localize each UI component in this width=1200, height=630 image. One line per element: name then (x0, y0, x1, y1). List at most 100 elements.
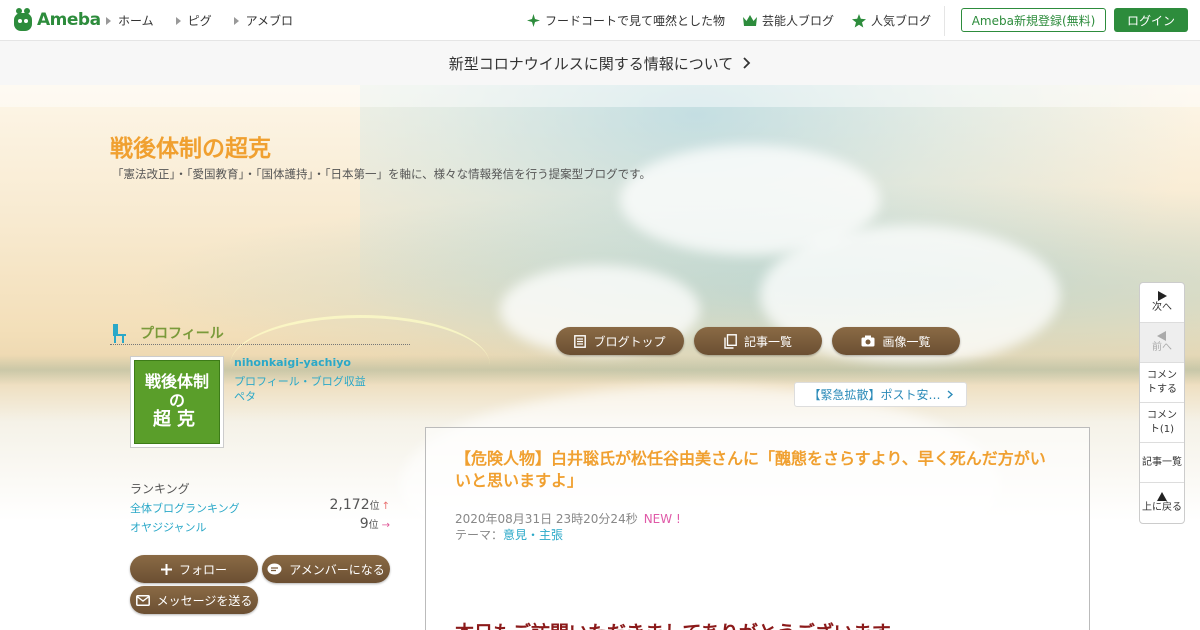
back-to-top-button[interactable]: 上に戻る (1140, 483, 1184, 523)
ranking-title: ランキング (130, 482, 190, 496)
ameba-logo[interactable]: Ameba (12, 7, 101, 33)
avatar-text: 超克 (153, 409, 201, 431)
entry-list-button[interactable]: 記事一覧 (694, 327, 822, 355)
nav-label: ピグ (187, 14, 212, 28)
ameba-mascot-icon (14, 8, 32, 31)
ranking-row-genre: オヤジジャンル 9位 → (130, 516, 390, 535)
rank-number: 9 (359, 516, 369, 532)
ranking-value: 9位 → (360, 516, 390, 532)
avatar-text: 戦後体制 (144, 372, 209, 392)
nav-pigg[interactable]: ピグ (175, 12, 212, 29)
global-nav: ホーム ピグ アメブロ (106, 12, 293, 29)
entry-title[interactable]: 【危険人物】白井聡氏が松任谷由美さんに「醜態をさらすより、早く死んだ方がいいと思… (455, 448, 1055, 492)
comment-label: コメントする (1147, 369, 1177, 395)
follow-button[interactable]: フォロー (130, 555, 258, 583)
trend-flat-icon: → (381, 520, 390, 531)
entry-date-text: 2020年08月31日 23時20分24秒 (455, 512, 638, 526)
rank-number: 2,172 (329, 497, 370, 513)
profile-heading-label: プロフィール (140, 326, 224, 342)
entry-list-side-button[interactable]: 記事一覧 (1140, 443, 1184, 483)
entry-list-label: 記事一覧 (743, 334, 792, 349)
ranking-label[interactable]: オヤジジャンル (130, 521, 206, 534)
profile-avatar[interactable]: 戦後体制 の 超克 (130, 356, 224, 448)
nav-ameblo[interactable]: アメブロ (233, 12, 294, 29)
floating-entry-nav: 次へ 前へ コメントする コメント(1) 記事一覧 上に戻る (1139, 282, 1185, 524)
sparkle-icon (527, 14, 540, 27)
rank-unit: 位 (368, 520, 379, 531)
entry-theme: テーマ：意見・主張 (455, 526, 563, 543)
amember-label: アメンバーになる (289, 562, 385, 577)
nav-label: ホーム (118, 14, 154, 28)
avatar-text: の (168, 390, 185, 410)
ranking-label[interactable]: 全体ブログランキング (130, 502, 240, 515)
next-entry-button[interactable]: 次へ (1140, 283, 1184, 323)
avatar-image: 戦後体制 の 超克 (134, 360, 220, 444)
send-message-button[interactable]: メッセージを送る (130, 586, 258, 614)
plus-icon (160, 563, 172, 575)
chevron-right-icon (175, 16, 181, 25)
covid-notice-banner[interactable]: 新型コロナウイルスに関する情報について (0, 41, 1200, 85)
featured-nav: フードコートで見て唖然とした物 芸能人ブログ 人気ブログ (527, 12, 931, 29)
entry-body-text: 本日もご訪問いただきましてありがとうございます。 (455, 618, 908, 630)
global-header: Ameba ホーム ピグ アメブロ フードコートで見て唖然とした物 芸能人ブログ… (0, 0, 1200, 41)
next-label: 次へ (1152, 301, 1172, 313)
document-icon (574, 334, 587, 348)
register-button[interactable]: Ameba新規登録(無料) (961, 8, 1106, 32)
chevron-right-icon (743, 57, 751, 69)
speech-bubble-icon (267, 563, 282, 574)
chair-icon (113, 324, 126, 343)
copy-icon (724, 333, 737, 349)
star-icon (852, 13, 867, 27)
play-right-icon (1158, 290, 1167, 301)
comment-count-button[interactable]: コメント(1) (1140, 403, 1184, 443)
login-button[interactable]: ログイン (1114, 8, 1188, 32)
entry-list-side-label: 記事一覧 (1142, 456, 1182, 468)
amember-button[interactable]: アメンバーになる (262, 555, 390, 583)
play-left-icon (1157, 330, 1166, 341)
header-divider (944, 6, 945, 36)
theme-prefix: テーマ： (455, 528, 504, 542)
new-badge: NEW ! (643, 512, 681, 526)
nav-label: フードコートで見て唖然とした物 (545, 14, 726, 28)
chevron-right-icon (233, 16, 239, 25)
blog-top-button[interactable]: ブログトップ (556, 327, 684, 355)
send-message-label: メッセージを送る (156, 593, 253, 608)
nav-label: 人気ブログ (871, 14, 932, 28)
nav-label: 芸能人ブログ (762, 14, 835, 28)
back-to-top-label: 上に戻る (1142, 501, 1182, 513)
follow-label: フォロー (178, 562, 227, 577)
blog-description: 「憲法改正」・「愛国教育」・「国体護持」・「日本第一」を軸に、様々な情報発信を行… (112, 167, 651, 181)
camera-icon (861, 335, 875, 347)
profile-heading: プロフィール (110, 321, 410, 345)
image-list-button[interactable]: 画像一覧 (832, 327, 960, 355)
prev-label: 前へ (1152, 341, 1172, 353)
nav-home[interactable]: ホーム (106, 12, 154, 29)
top-fade (0, 85, 1200, 107)
image-list-label: 画像一覧 (882, 334, 931, 349)
nav-label: アメブロ (245, 14, 294, 28)
theme-link[interactable]: 意見・主張 (503, 528, 563, 542)
ranking-row-overall: 全体ブログランキング 2,172位 ↑ (130, 497, 390, 516)
related-entry-link[interactable]: 【緊急拡散】ポスト安… (794, 382, 967, 407)
blog-top-label: ブログトップ (593, 334, 666, 349)
comment-button[interactable]: コメントする (1140, 363, 1184, 403)
prev-entry-button[interactable]: 前へ (1140, 323, 1184, 363)
blog-title[interactable]: 戦後体制の超克 (110, 129, 271, 163)
mail-icon (135, 594, 150, 606)
related-label: 【緊急拡散】ポスト安… (808, 388, 941, 402)
triangle-up-icon (1157, 491, 1167, 501)
profile-link[interactable]: プロフィール・ブログ収益 (234, 374, 366, 389)
nav-trending-post[interactable]: フードコートで見て唖然とした物 (527, 12, 725, 29)
nav-celebrity-blog[interactable]: 芸能人ブログ (743, 12, 834, 29)
rank-unit: 位 (369, 501, 380, 512)
chevron-right-icon (106, 16, 111, 25)
profile-username[interactable]: nihonkaigi-yachiyo (234, 356, 351, 369)
crown-icon (743, 14, 758, 26)
notice-text: 新型コロナウイルスに関する情報について (448, 54, 734, 73)
profile-links: プロフィール・ブログ収益 ペタ (234, 374, 366, 404)
comment-count-label: コメント(1) (1147, 409, 1177, 435)
ranking-value: 2,172位 ↑ (330, 497, 390, 513)
logo-text: Ameba (37, 10, 101, 30)
peta-link[interactable]: ペタ (234, 389, 366, 404)
nav-popular-blog[interactable]: 人気ブログ (852, 12, 931, 29)
